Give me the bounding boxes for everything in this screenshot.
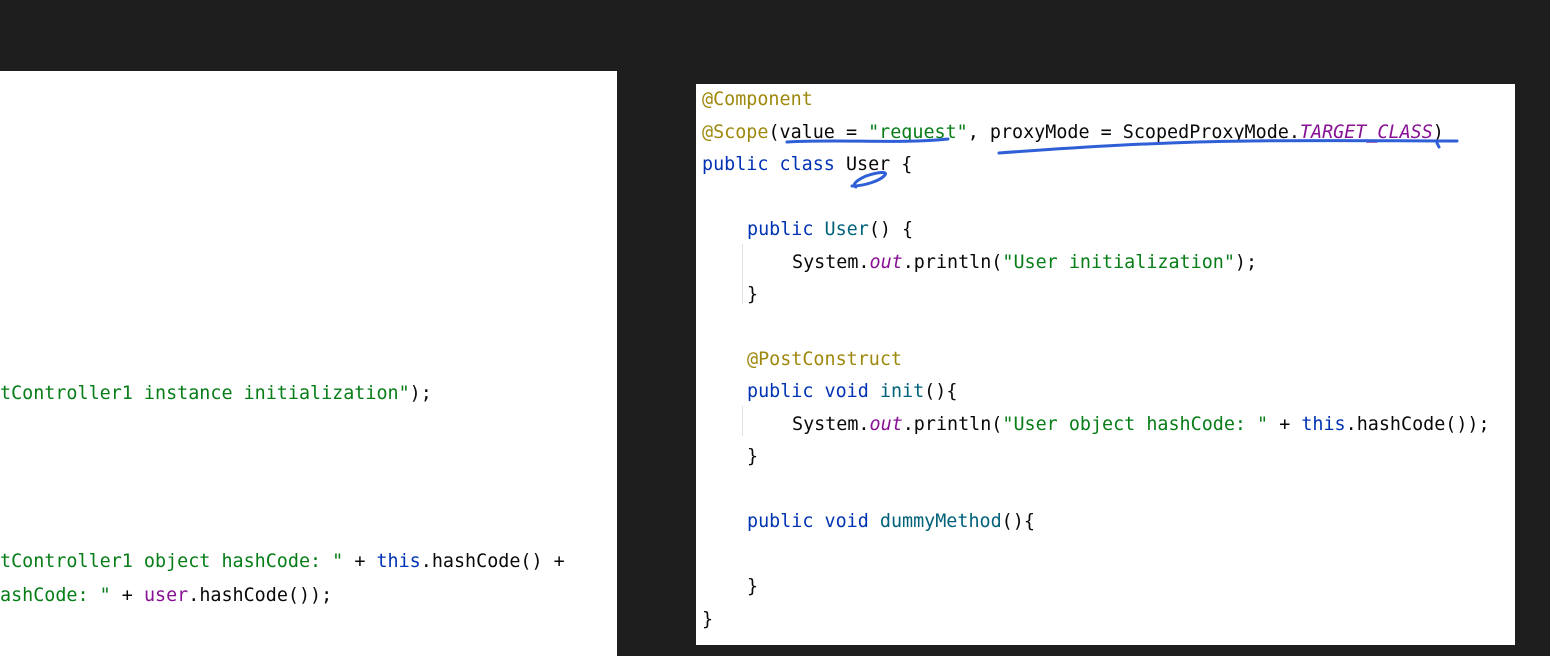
code-token: } [747,284,759,305]
code-token: dummyMethod [879,511,1002,532]
code-token: tController1 object hashCode: " [0,551,344,572]
code-line: ashCode: " + user.hashCode()); [0,584,332,608]
code-token: ashCode: " [0,585,111,606]
code-line: } [747,283,758,307]
code-line: @Scope(value = "request", proxyMode = Sc… [702,121,1444,145]
code-token: .hashCode()); [188,585,333,606]
code-token: , proxyMode = ScopedProxyMode. [967,122,1300,143]
code-line: public void init(){ [747,380,957,404]
code-token: init [879,381,925,402]
code-token: @PostConstruct [747,349,903,370]
indent-guide [742,244,743,304]
code-token: } [747,576,759,597]
code-token: .println( [902,414,1003,435]
code-token: public [747,219,825,240]
code-token: this [1301,414,1346,435]
code-token: @Component [702,89,813,110]
code-line: @Component [702,88,813,112]
code-token: "request" [868,122,968,143]
code-token: + [343,551,377,572]
code-token: User { [845,154,913,175]
code-token: user [143,585,189,606]
code-line: } [747,445,758,469]
code-line: } [702,608,713,632]
code-token: (){ [1001,511,1035,532]
code-token: public void [747,381,880,402]
code-line: System.out.println("User initialization"… [792,251,1257,275]
code-token: ) [1432,122,1444,143]
code-token: (value = [768,122,869,143]
code-token: out [869,414,903,435]
code-token: TARGET_CLASS [1299,122,1433,143]
code-token: User [824,219,869,240]
code-line: tController1 instance initialization"); [0,382,432,406]
code-line: public class User { [702,153,912,177]
right-code-panel: @Component @Scope(value = "request", prox… [696,84,1515,645]
code-token: public void [747,511,880,532]
code-token: } [702,609,714,630]
code-token: ); [1234,252,1258,273]
code-line: tController1 object hashCode: " + this.h… [0,550,565,574]
code-token: public class [702,154,846,175]
code-token: System. [792,414,870,435]
code-token: this [376,551,421,572]
left-code-panel: ) tController1 instance initialization");… [0,71,617,656]
code-token: out [869,252,903,273]
code-token: .hashCode()); [1345,414,1490,435]
code-token: System. [792,252,870,273]
code-token: "User initialization" [1002,252,1235,273]
code-token: ) [0,146,1,167]
code-line: ) [0,145,1,169]
code-line: } [747,575,758,599]
indent-guide [742,406,743,436]
code-token: + [1268,414,1302,435]
code-token: .hashCode() + [420,551,565,572]
code-token: ); [409,383,432,404]
code-token: () { [868,219,914,240]
code-line: public void dummyMethod(){ [747,510,1035,534]
code-token: tController1 instance initialization" [0,383,410,404]
code-token: "User object hashCode: " [1002,414,1269,435]
code-line: public User() { [747,218,913,242]
code-line: System.out.println("User object hashCode… [792,413,1490,437]
code-line: @PostConstruct [747,348,902,372]
code-token: (){ [924,381,958,402]
code-token: + [110,585,144,606]
code-token: } [747,446,759,467]
code-token: @Scope [702,122,769,143]
code-token: .println( [902,252,1003,273]
